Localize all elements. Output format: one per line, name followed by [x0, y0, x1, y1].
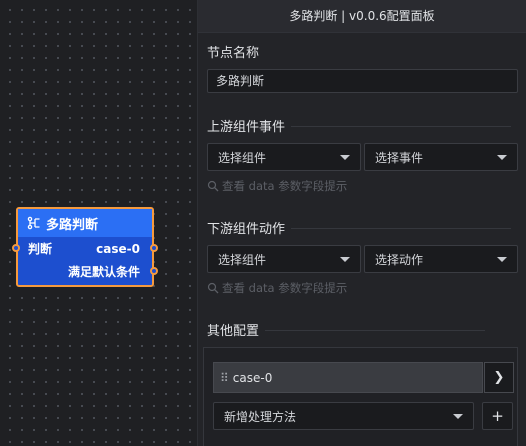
- other-config-title: 其他配置: [207, 320, 486, 339]
- caret-down-icon: [497, 256, 507, 262]
- caret-down-icon: [340, 256, 350, 262]
- add-method-select[interactable]: 新增处理方法: [213, 402, 474, 430]
- caret-down-icon: [453, 413, 463, 419]
- upstream-event-select[interactable]: 选择事件: [364, 143, 518, 171]
- caret-down-icon: [340, 154, 350, 160]
- node-title: 多路判断: [46, 217, 99, 233]
- node-name-label: 节点名称: [207, 46, 260, 61]
- downstream-section-title: 下游组件动作: [207, 218, 512, 237]
- search-icon: [207, 282, 219, 294]
- case-expand-button[interactable]: ❯: [484, 362, 514, 393]
- downstream-action-select[interactable]: 选择动作: [364, 245, 518, 273]
- output-port-case-0[interactable]: [150, 244, 158, 252]
- upstream-section-title: 上游组件事件: [207, 116, 512, 135]
- upstream-component-placeholder: 选择组件: [218, 150, 267, 165]
- flow-canvas[interactable]: 多路判断 判断 case-0 满足默认条件: [0, 0, 197, 446]
- node-name-input[interactable]: 多路判断: [207, 69, 518, 93]
- add-method-button[interactable]: +: [482, 402, 513, 430]
- branch-icon: [27, 216, 40, 230]
- downstream-component-select[interactable]: 选择组件: [207, 245, 361, 273]
- upstream-hint-text: 查看 data 参数字段提示: [222, 179, 348, 193]
- case-item[interactable]: ⠿ case-0: [213, 362, 483, 393]
- multi-branch-node[interactable]: 多路判断 判断 case-0 满足默认条件: [12, 207, 158, 287]
- add-method-placeholder: 新增处理方法: [224, 409, 297, 424]
- case-label: case-0: [232, 370, 273, 385]
- upstream-event-placeholder: 选择事件: [375, 150, 424, 165]
- downstream-component-placeholder: 选择组件: [218, 252, 267, 267]
- node-row-case-0: 判断 case-0: [12, 237, 158, 260]
- plus-icon: +: [491, 407, 504, 425]
- upstream-component-select[interactable]: 选择组件: [207, 143, 361, 171]
- node-row-default: 满足默认条件: [18, 260, 158, 283]
- node-input-label: 判断: [28, 242, 53, 256]
- chevron-right-icon: ❯: [493, 370, 505, 385]
- drag-handle-icon[interactable]: ⠿: [220, 371, 229, 385]
- node-output-default: 满足默认条件: [67, 265, 140, 279]
- panel-title: 多路判断 | v0.0.6配置面板: [198, 0, 526, 33]
- node-output-case-0: case-0: [96, 241, 140, 256]
- downstream-data-hint[interactable]: 查看 data 参数字段提示: [207, 280, 347, 296]
- input-port[interactable]: [12, 244, 20, 252]
- caret-down-icon: [497, 154, 507, 160]
- search-icon: [207, 180, 219, 192]
- upstream-data-hint[interactable]: 查看 data 参数字段提示: [207, 178, 347, 194]
- node-header[interactable]: 多路判断: [18, 209, 152, 237]
- downstream-action-placeholder: 选择动作: [375, 252, 424, 267]
- output-port-default[interactable]: [150, 267, 158, 275]
- downstream-hint-text: 查看 data 参数字段提示: [222, 281, 348, 295]
